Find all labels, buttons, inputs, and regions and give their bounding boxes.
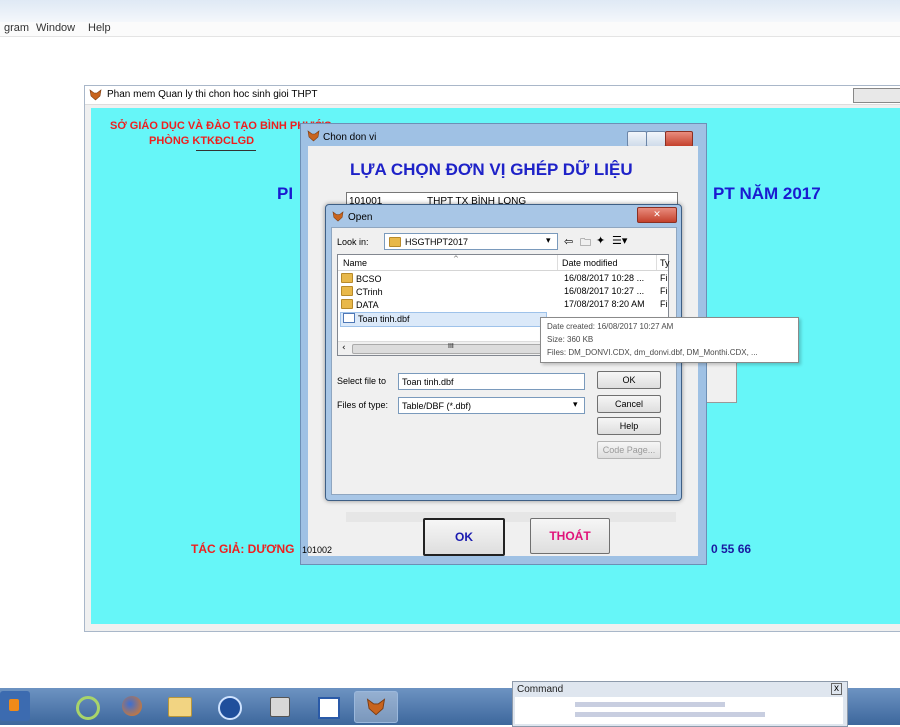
- new-folder-icon[interactable]: ✦: [596, 234, 605, 247]
- open-dialog-title: Open: [348, 212, 373, 223]
- word-icon: [318, 697, 340, 719]
- disc-icon: [218, 696, 242, 720]
- look-in-select[interactable]: HSGTHPT2017 ▾: [384, 233, 558, 250]
- close-button[interactable]: [665, 131, 693, 147]
- app-circle-icon: [76, 696, 100, 720]
- file-info-tooltip: Date created: 16/08/2017 10:27 AM Size: …: [540, 317, 799, 363]
- col-divider: [656, 255, 657, 270]
- taskbar-app-1[interactable]: [64, 691, 106, 721]
- start-icon: [9, 699, 19, 711]
- firefox-icon: [122, 696, 142, 716]
- taskbar-firefox[interactable]: [110, 691, 152, 721]
- open-ok-button[interactable]: OK: [597, 371, 661, 389]
- file-type-label: Files of type:: [337, 400, 389, 410]
- command-window: Command x: [512, 681, 848, 727]
- unit-list-bottom: [346, 512, 676, 522]
- maximize-button[interactable]: [646, 131, 666, 147]
- command-text-area[interactable]: [515, 697, 843, 724]
- fox-icon: [89, 89, 102, 101]
- scroll-grip: III: [448, 343, 454, 350]
- look-in-label: Look in:: [337, 237, 369, 247]
- col-divider: [557, 255, 558, 270]
- folder-icon: [341, 273, 353, 283]
- chevron-down-icon: ▾: [546, 236, 551, 246]
- taskbar-explorer[interactable]: [158, 691, 200, 721]
- list-item[interactable]: DATA 17/08/2017 8:20 AM Fi: [341, 299, 668, 311]
- menu-item-help[interactable]: Help: [88, 22, 111, 34]
- window-controls[interactable]: [853, 88, 900, 103]
- dialog-title: Chon don vi: [323, 132, 377, 143]
- partial-button[interactable]: [705, 361, 737, 403]
- command-title: Command: [517, 684, 564, 695]
- command-close-button[interactable]: x: [831, 683, 842, 695]
- col-date-modified[interactable]: Date modified: [562, 258, 618, 268]
- menu-item-window[interactable]: Window: [36, 22, 75, 34]
- file-type-select[interactable]: Table/DBF (*.dbf) ▾: [398, 397, 585, 414]
- sort-up-icon: ^: [453, 255, 459, 263]
- taskbar-foxpro[interactable]: [354, 691, 398, 723]
- fox-icon: [332, 211, 344, 222]
- select-file-input[interactable]: Toan tinh.dbf: [398, 373, 585, 390]
- printer-icon: [270, 697, 290, 717]
- folder-icon: [341, 286, 353, 296]
- col-name[interactable]: Name: [343, 258, 367, 268]
- heading-right: PT NĂM 2017: [713, 184, 821, 203]
- taskbar-word[interactable]: [306, 691, 348, 721]
- fox-icon: [307, 130, 320, 142]
- heading-left: PI: [277, 184, 294, 203]
- app-title: Phan mem Quan ly thi chon hoc sinh gioi …: [107, 89, 318, 100]
- view-menu-icon[interactable]: ☰▾: [612, 234, 627, 247]
- unit-code-bottom: 101002: [302, 545, 333, 555]
- look-in-value: HSGTHPT2017: [405, 237, 469, 247]
- taskbar-app-5[interactable]: [258, 691, 300, 721]
- scroll-left-icon[interactable]: ‹: [342, 343, 346, 353]
- org-underline: [196, 150, 256, 151]
- tooltip-files: Files: DM_DONVI.CDX, dm_donvi.dbf, DM_Mo…: [547, 348, 758, 357]
- phone-tail: 0 55 66: [711, 542, 752, 556]
- start-button[interactable]: [0, 691, 30, 721]
- up-folder-icon[interactable]: 🗀: [580, 234, 591, 253]
- chevron-down-icon: ▾: [573, 400, 578, 410]
- app-titlebar: Phan mem Quan ly thi chon hoc sinh gioi …: [85, 86, 900, 105]
- list-item[interactable]: BCSO 16/08/2017 10:28 ... Fi: [341, 273, 668, 285]
- exit-button[interactable]: THOÁT: [530, 518, 610, 554]
- org-line-1: SỞ GIÁO DỤC VÀ ĐÀO TẠO BÌNH PHƯỚC: [110, 120, 332, 132]
- tooltip-date: Date created: 16/08/2017 10:27 AM: [547, 322, 674, 331]
- select-file-label: Select file to: [337, 376, 387, 386]
- col-type[interactable]: Ty: [660, 258, 670, 268]
- author-label: TÁC GIẢ: DƯƠNG: [191, 542, 295, 556]
- top-title-strip: [0, 0, 900, 22]
- taskbar-app-4[interactable]: [206, 691, 248, 721]
- blurred-text: [575, 712, 765, 717]
- list-item-selected[interactable]: Toan tinh.dbf: [340, 312, 547, 327]
- file-list-header: Name ^ Date modified Ty: [338, 255, 670, 271]
- menu-bar: gram Window Help: [0, 22, 900, 37]
- tooltip-size: Size: 360 KB: [547, 335, 594, 344]
- fox-icon: [366, 698, 386, 716]
- folder-icon: [168, 697, 192, 717]
- open-help-button[interactable]: Help: [597, 417, 661, 435]
- dialog-heading: LỰA CHỌN ĐƠN VỊ GHÉP DỮ LIỆU: [350, 160, 633, 179]
- ok-button[interactable]: OK: [423, 518, 505, 556]
- list-item[interactable]: CTrinh 16/08/2017 10:27 ... Fi: [341, 286, 668, 298]
- code-page-button: Code Page...: [597, 441, 661, 459]
- org-line-2: PHÒNG KTKĐCLGD: [149, 135, 255, 147]
- blurred-text: [575, 702, 725, 707]
- folder-icon: [341, 299, 353, 309]
- open-cancel-button[interactable]: Cancel: [597, 395, 661, 413]
- back-arrow-icon[interactable]: ⇦: [564, 235, 573, 248]
- open-close-button[interactable]: ✕: [637, 207, 677, 223]
- folder-icon: [389, 237, 401, 247]
- table-file-icon: [343, 313, 355, 323]
- menu-item-program[interactable]: gram: [4, 22, 29, 34]
- minimize-button[interactable]: [627, 131, 647, 147]
